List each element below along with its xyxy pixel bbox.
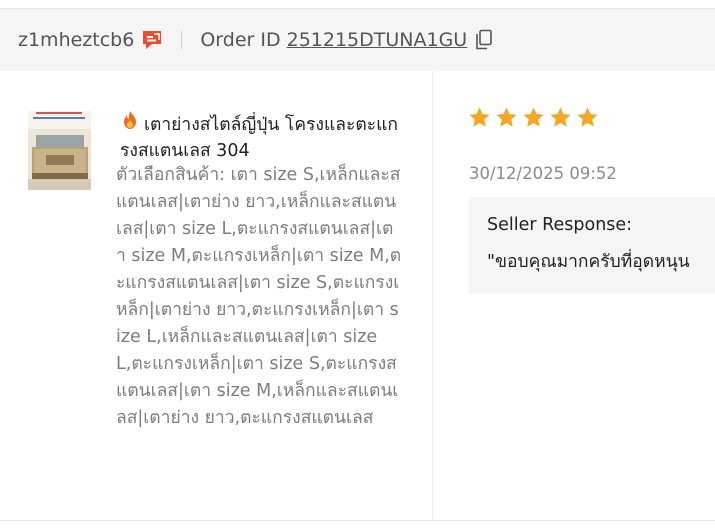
star-icon [577, 107, 598, 127]
bottom-border [0, 520, 715, 521]
star-icon [523, 107, 544, 127]
seller-response-label: Seller Response: [487, 215, 633, 235]
grill-product-image [28, 129, 91, 190]
thumbnail-caption-graphic [33, 112, 85, 119]
chat-icon[interactable] [140, 28, 164, 52]
seller-response-text: "ขอบคุณมากครับที่อุดหนุน [487, 252, 690, 272]
review-timestamp: 30/12/2025 09:52 [469, 164, 617, 183]
column-separator [432, 71, 433, 521]
star-icon [469, 107, 490, 127]
product-thumbnail[interactable] [28, 111, 91, 190]
order-review-card: z1mheztcb6 Order ID 251215DTUNA1GU เตาย่… [0, 0, 715, 530]
order-header: z1mheztcb6 Order ID 251215DTUNA1GU [0, 9, 715, 71]
star-icon [550, 107, 571, 127]
fire-icon [120, 110, 140, 138]
header-divider [181, 31, 183, 49]
rating-stars [468, 106, 599, 129]
buyer-username[interactable]: z1mheztcb6 [18, 29, 134, 51]
order-id-label: Order ID [200, 29, 281, 51]
seller-response-box: Seller Response: "ขอบคุณมากครับที่อุดหนุ… [469, 197, 715, 294]
product-title-text: เตาย่างสไตล์ญี่ปุ่น โครงและตะแกรงสแตนเลส… [120, 115, 399, 161]
order-id-link[interactable]: 251215DTUNA1GU [287, 29, 468, 51]
product-title[interactable]: เตาย่างสไตล์ญี่ปุ่น โครงและตะแกรงสแตนเลส… [120, 110, 400, 164]
copy-icon[interactable] [475, 29, 493, 51]
star-icon [496, 107, 517, 127]
product-variation: ตัวเลือกสินค้า: เตา size S,เหล็กและสแตนเ… [116, 165, 402, 428]
